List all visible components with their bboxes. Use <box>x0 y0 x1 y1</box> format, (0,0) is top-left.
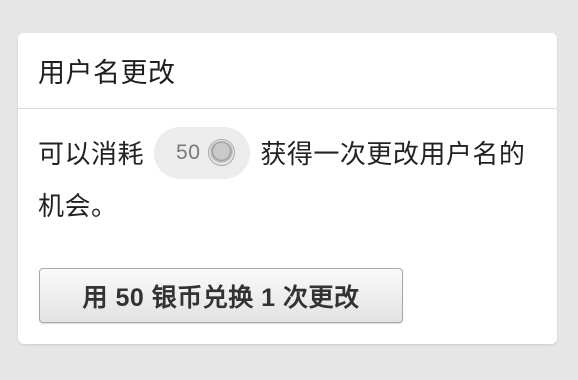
card-title: 用户名更改 <box>38 58 176 89</box>
card-header: 用户名更改 <box>18 33 557 109</box>
card-body: 可以消耗 50 获得一次更改用户名的机会。 <box>18 109 557 233</box>
coin-cost-amount: 50 <box>176 141 201 164</box>
silver-coin-icon <box>208 139 236 166</box>
username-change-card: 用户名更改 可以消耗 50 获得一次更改用户名的机会。 用 50 银币兑换 1 次更… <box>18 33 557 344</box>
redeem-button[interactable]: 用 50 银币兑换 1 次更改 <box>39 268 403 323</box>
message-prefix: 可以消耗 <box>38 140 145 170</box>
coin-cost-badge: 50 <box>154 126 251 179</box>
cost-message: 可以消耗 50 获得一次更改用户名的机会。 <box>38 126 537 233</box>
